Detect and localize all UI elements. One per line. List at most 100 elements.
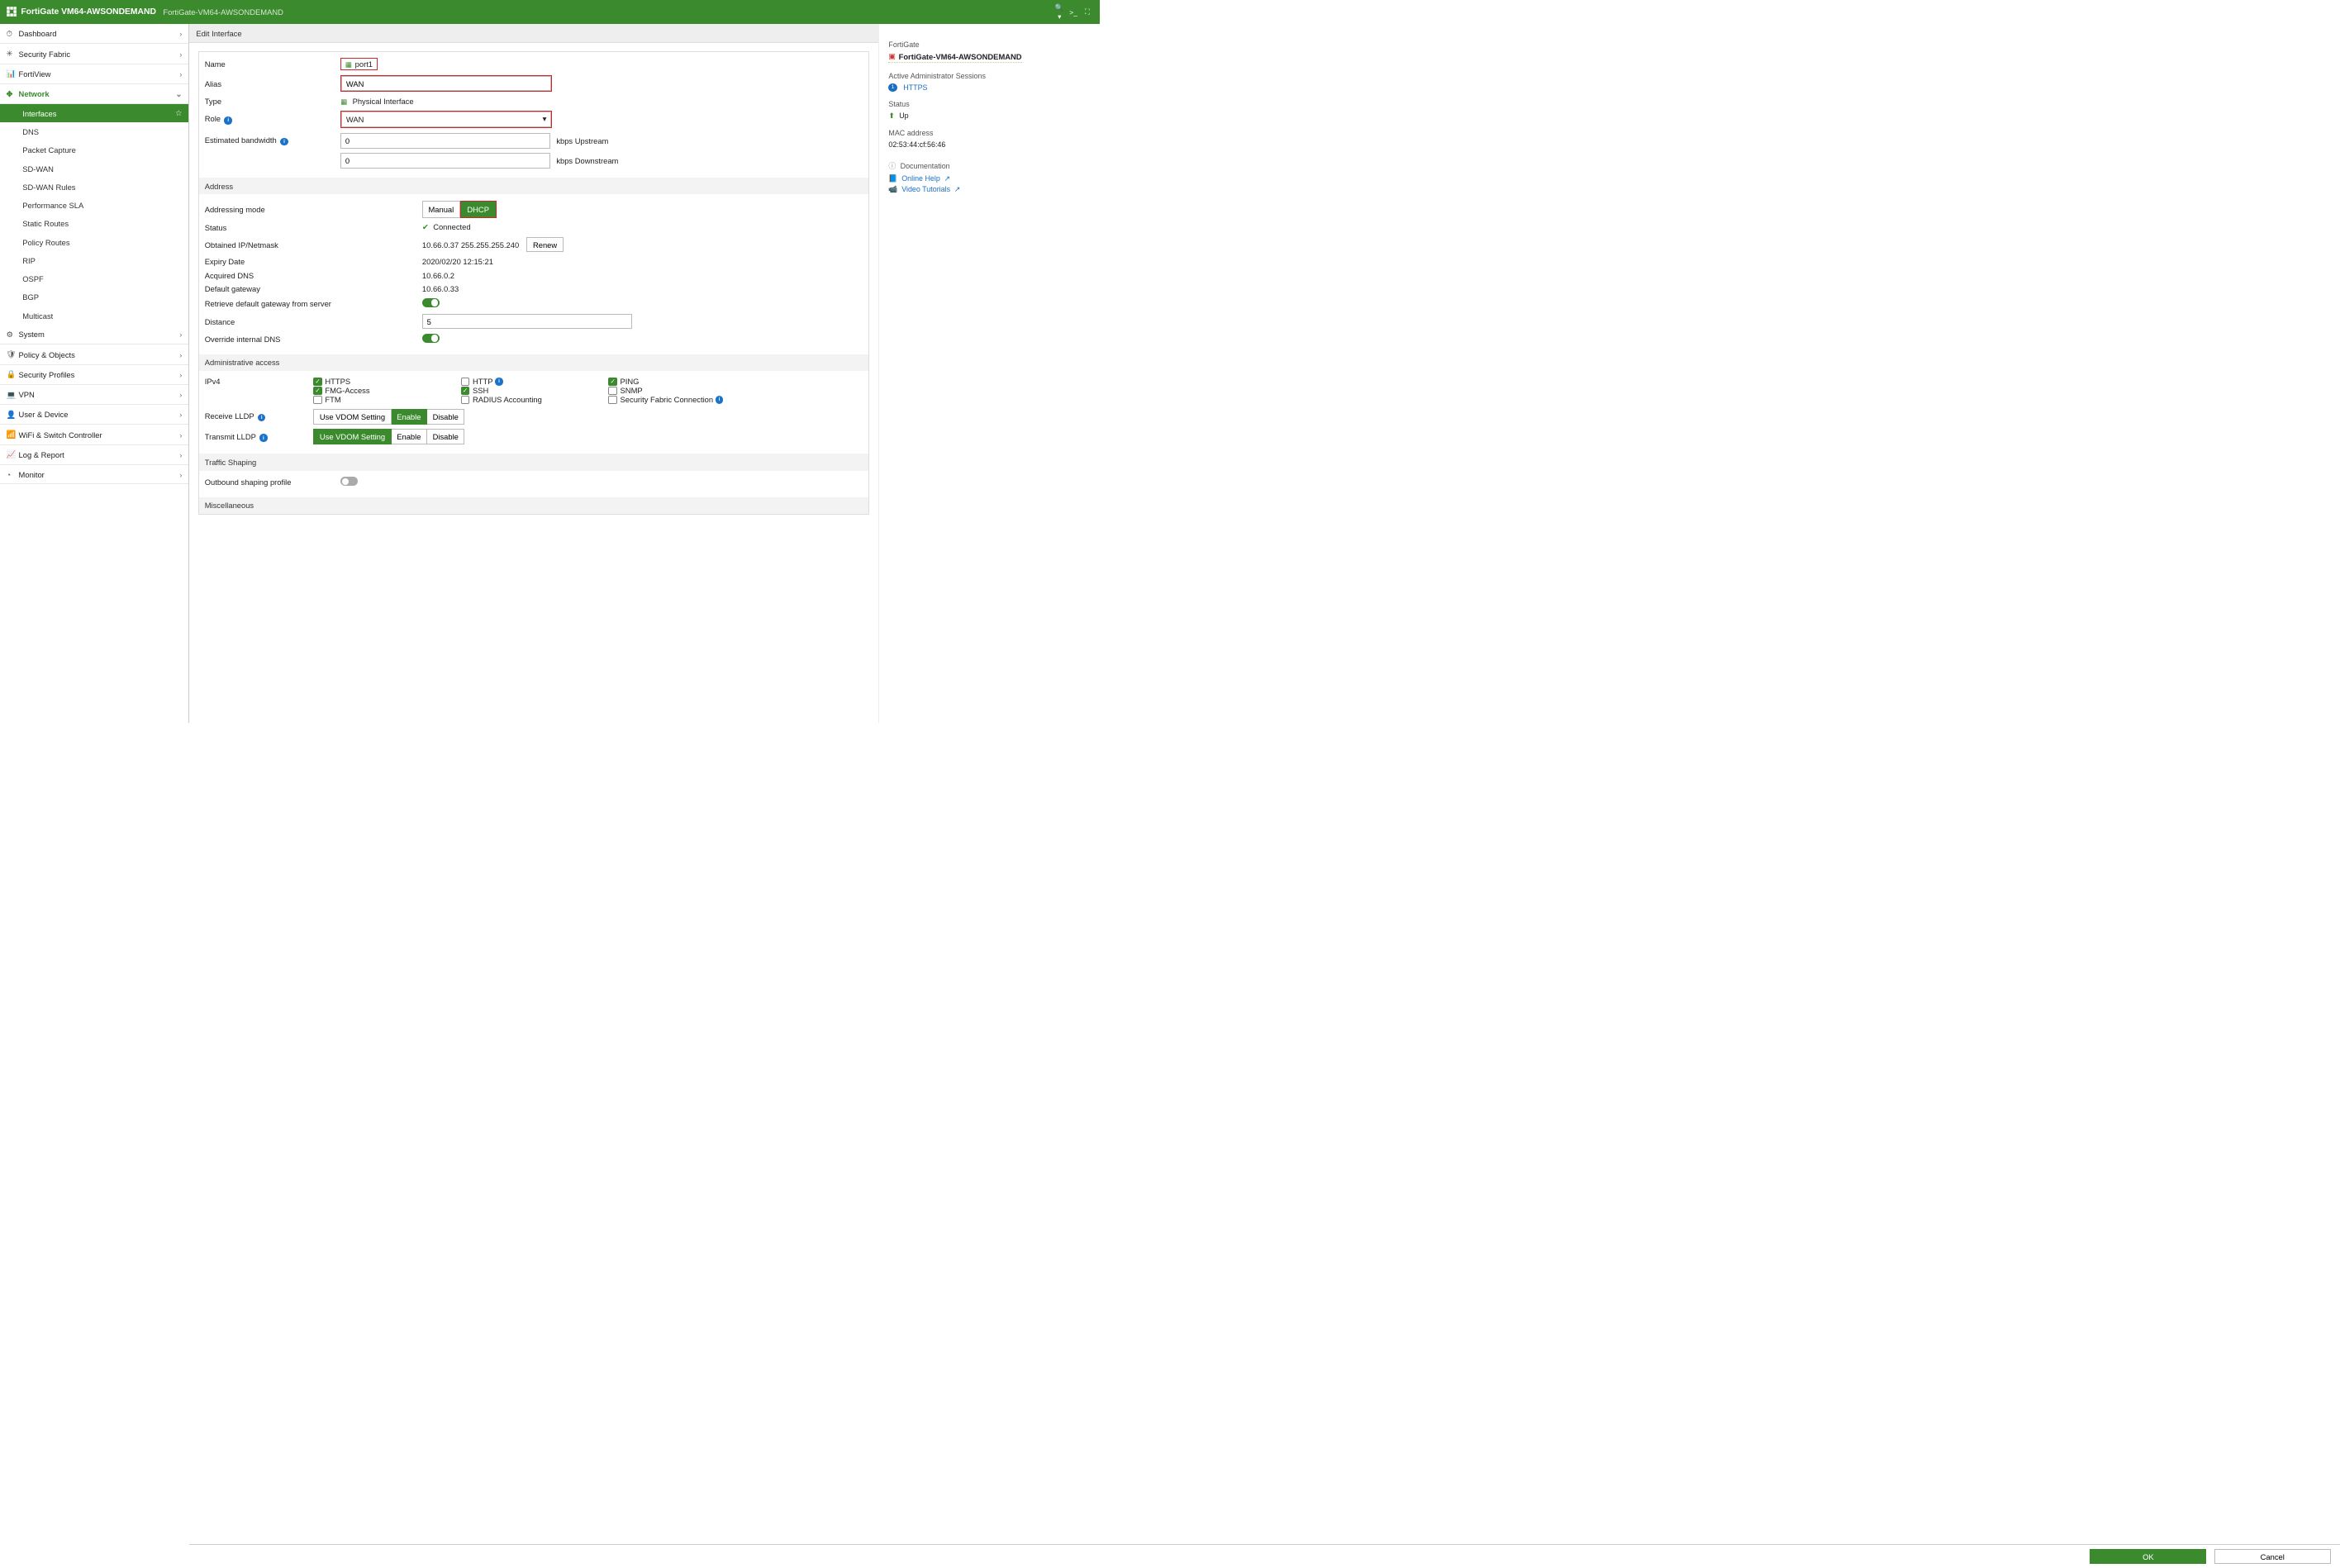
sidebar-item-log-report[interactable]: 📈Log & Report› (0, 445, 188, 465)
type-label: Type (205, 97, 341, 106)
tx-lldp-disable-button[interactable]: Disable (427, 429, 464, 444)
checkbox-box: ✓ (313, 387, 321, 395)
sidebar-sub-sd-wan-rules[interactable]: SD-WAN Rules (0, 178, 188, 196)
sidebar-sub-label: OSPF (22, 274, 44, 283)
checkbox-ssh[interactable]: ✓SSH (461, 386, 601, 395)
sidebar-item-label: Dashboard (19, 29, 180, 38)
sidebar-sub-rip[interactable]: RIP (0, 251, 188, 269)
sidebar-item-wifi-switch-controller[interactable]: 📶WiFi & Switch Controller› (0, 425, 188, 444)
mac-head: MAC address (888, 129, 1090, 137)
bw-up-unit: kbps Upstream (556, 136, 608, 145)
outbound-shaping-toggle[interactable] (340, 477, 358, 486)
sidebar-sub-label: SD-WAN (22, 164, 54, 173)
info-icon[interactable]: i (495, 378, 502, 385)
sidebar-sub-packet-capture[interactable]: Packet Capture (0, 141, 188, 159)
role-info-icon[interactable]: i (224, 116, 231, 124)
mode-manual-button[interactable]: Manual (422, 201, 460, 218)
checkbox-radius-accounting[interactable]: RADIUS Accounting (461, 395, 601, 404)
checkbox-security-fabric-connection[interactable]: Security Fabric Connectioni (608, 395, 748, 404)
network-icon: ✥ (7, 89, 19, 99)
search-icon[interactable]: 🔍 ▾ (1053, 3, 1067, 21)
checkbox-label: SNMP (621, 386, 643, 395)
hostname: FortiGate-VM64-AWSONDEMAND (163, 7, 283, 17)
online-help-link[interactable]: 📘 Online Help ↗ (888, 174, 1090, 183)
checkbox-box (608, 387, 616, 395)
session-https[interactable]: 1 HTTPS (888, 83, 1090, 92)
rx-lldp-disable-button[interactable]: Disable (427, 409, 464, 425)
checkbox-label: PING (621, 377, 640, 386)
checkbox-http[interactable]: HTTPi (461, 377, 601, 386)
renew-button[interactable]: Renew (526, 237, 563, 253)
sidebar-item-fortiview[interactable]: 📊FortiView› (0, 64, 188, 84)
sessions-head: Active Administrator Sessions (888, 72, 1090, 80)
bw-up-input[interactable] (340, 133, 550, 149)
estbw-info-icon[interactable]: i (280, 138, 288, 145)
right-pane: FortiGate ▣ FortiGate-VM64-AWSONDEMAND A… (878, 24, 1100, 723)
chevron-icon: › (179, 50, 182, 59)
role-highlight: WAN ▾ (340, 111, 552, 129)
checkbox-fmg-access[interactable]: ✓FMG-Access (313, 386, 453, 395)
expiry-value: 2020/02/20 12:15:21 (422, 257, 863, 266)
rx-lldp-enable-button[interactable]: Enable (392, 409, 427, 425)
sidebar-item-policy-objects[interactable]: 🛡Policy & Objects› (0, 344, 188, 364)
sidebar-sub-dns[interactable]: DNS (0, 122, 188, 140)
checkbox-ftm[interactable]: FTM (313, 395, 453, 404)
sidebar-sub-sd-wan[interactable]: SD-WAN (0, 159, 188, 178)
retrieve-gw-toggle[interactable] (422, 298, 440, 307)
checkbox-ping[interactable]: ✓PING (608, 377, 748, 386)
policy-icon: 🛡 (7, 349, 19, 359)
chevron-icon: › (179, 69, 182, 78)
checkbox-https[interactable]: ✓HTTPS (313, 377, 453, 386)
sidebar-item-dashboard[interactable]: ⏱Dashboard› (0, 24, 188, 44)
sidebar-sub-bgp[interactable]: BGP (0, 288, 188, 306)
sidebar-item-vpn[interactable]: 💻VPN› (0, 385, 188, 405)
sidebar-item-user-device[interactable]: 👤User & Device› (0, 405, 188, 425)
chevron-icon: › (179, 430, 182, 440)
name-value: port1 (355, 59, 373, 69)
cli-icon[interactable]: >_ (1067, 8, 1081, 17)
gear-icon: ⚙ (7, 330, 19, 340)
tx-lldp-info-icon[interactable]: i (259, 434, 267, 441)
override-dns-toggle[interactable] (422, 334, 440, 343)
sidebar-sub-policy-routes[interactable]: Policy Routes (0, 233, 188, 251)
tx-lldp-vdom-button[interactable]: Use VDOM Setting (313, 429, 391, 444)
log-icon: 📈 (7, 449, 19, 459)
alias-input[interactable] (341, 76, 551, 92)
rx-lldp-vdom-button[interactable]: Use VDOM Setting (313, 409, 391, 425)
tx-lldp-enable-button[interactable]: Enable (392, 429, 427, 444)
star-icon[interactable]: ☆ (175, 108, 182, 118)
sidebar-sub-performance-sla[interactable]: Performance SLA (0, 196, 188, 214)
info-icon[interactable]: i (716, 396, 723, 403)
video-tutorials-link[interactable]: 📹 Video Tutorials ↗ (888, 185, 1090, 194)
sidebar-sub-ospf[interactable]: OSPF (0, 269, 188, 287)
bw-down-input[interactable] (340, 153, 550, 169)
sidebar-item-security-profiles[interactable]: 🔒Security Profiles› (0, 365, 188, 385)
session-count: 1 (888, 83, 897, 92)
distance-input[interactable] (422, 314, 632, 330)
doc-head: Documentation (901, 162, 950, 170)
checkbox-label: HTTPS (325, 377, 350, 386)
cancel-button[interactable]: Cancel (2214, 1549, 2331, 1565)
sidebar-sub-static-routes[interactable]: Static Routes (0, 215, 188, 233)
role-select[interactable]: WAN ▾ (341, 112, 551, 128)
admin-section-head: Administrative access (199, 354, 868, 371)
mode-dhcp-button[interactable]: DHCP (461, 202, 496, 217)
sidebar-sub-multicast[interactable]: Multicast (0, 306, 188, 325)
checkbox-snmp[interactable]: SNMP (608, 386, 748, 395)
sidebar-item-system[interactable]: ⚙System› (0, 325, 188, 344)
sidebar-sub-label: RIP (22, 256, 36, 265)
sidebar-item-security-fabric[interactable]: ✳Security Fabric› (0, 44, 188, 64)
chevron-icon: › (179, 370, 182, 379)
book-icon: 📘 (888, 174, 897, 183)
right-device-name: FortiGate-VM64-AWSONDEMAND (899, 52, 1022, 61)
ok-button[interactable]: OK (2090, 1549, 2206, 1565)
misc-section-head: Miscellaneous (199, 497, 868, 514)
product-name: FortiGate VM64-AWSONDEMAND (21, 7, 156, 17)
rx-lldp-info-icon[interactable]: i (258, 414, 265, 421)
sidebar-sub-interfaces[interactable]: Interfaces☆ (0, 104, 188, 122)
name-label: Name (205, 59, 341, 69)
sidebar-item-network[interactable]: ✥Network⌄ (0, 84, 188, 104)
fullscreen-icon[interactable]: ⛶ (1081, 7, 1095, 17)
alias-highlight (340, 75, 552, 93)
sidebar-item-monitor[interactable]: ◔Monitor› (0, 465, 188, 484)
